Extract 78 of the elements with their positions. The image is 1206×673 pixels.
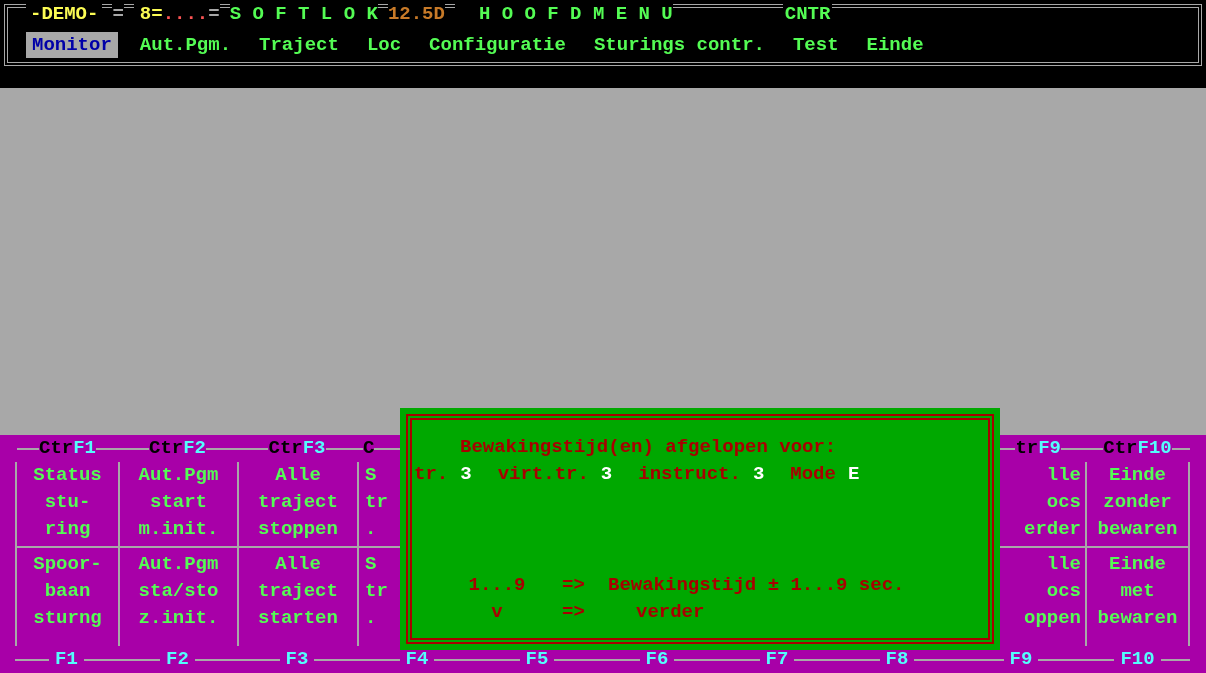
function-key-label: F1 [54, 647, 79, 673]
function-key-label: F2 [165, 647, 190, 673]
detail-label: tr. [414, 462, 449, 487]
function-key-label: F8 [884, 647, 910, 673]
key-label-line: sta/sto [138, 579, 219, 604]
key-label-line: Aut.Pgm [138, 463, 219, 488]
key-label-line: z.init. [138, 606, 219, 631]
key-label-line: erder [1024, 517, 1081, 542]
status-dots: .... [162, 2, 209, 26]
key-label-line: stoppen [258, 517, 338, 542]
detail-value: 3 [600, 462, 614, 487]
key-label-line: Status [33, 463, 102, 488]
function-key-label: F3 [284, 647, 310, 673]
function-key-label: F4 [404, 647, 430, 673]
key-label-line: traject [258, 490, 338, 515]
menu-item[interactable]: Test [786, 32, 845, 58]
menu-item[interactable]: Aut.Pgm. [133, 32, 238, 58]
key-label-line: tr [365, 490, 388, 515]
menu-item[interactable]: Monitor [26, 32, 118, 58]
key-label-line: traject [258, 579, 338, 604]
option-description: Bewakingstijd ± 1...9 sec. [607, 573, 905, 598]
ctrl-key-label: CtrF3 [268, 436, 326, 462]
key-label-line: Einde [1109, 552, 1166, 577]
function-key-label: F7 [764, 647, 790, 673]
key-label-line: ocs [1046, 490, 1081, 515]
function-key-label: F5 [524, 647, 550, 673]
key-label-line: Aut.Pgm [138, 552, 219, 577]
counter: 8= [138, 2, 163, 26]
key-label-line: Alle [275, 463, 321, 488]
key-label-line: Einde [1109, 463, 1166, 488]
ctrl-key-label: CtrF2 [149, 436, 206, 462]
function-key-label: F6 [644, 647, 670, 673]
separator: = [208, 2, 220, 26]
arrow-text: => [562, 600, 586, 625]
key-label-line: ring [44, 517, 91, 542]
key-label-line: S [365, 463, 377, 488]
dialog-title: Bewakingstijd(en) afgelopen voor: [459, 435, 838, 460]
menu-item[interactable]: Einde [860, 32, 930, 58]
key-label-line: lle [1046, 552, 1081, 577]
detail-label: Mode [790, 462, 836, 487]
key-label-line: bewaren [1097, 517, 1178, 542]
function-key-label: F9 [1008, 647, 1034, 673]
key-label-line: ocs [1046, 579, 1081, 604]
menu-item[interactable]: Configuratie [423, 32, 572, 58]
option-key: v [432, 599, 562, 626]
key-label-line: . [365, 606, 377, 631]
menu-item[interactable]: Loc [360, 32, 408, 58]
option-key: 1...9 [432, 572, 562, 599]
key-label-line: tr [365, 579, 388, 604]
detail-label: instruct. [638, 462, 741, 487]
ctrl-key-label: C [363, 436, 375, 462]
key-label-line: oppen [1024, 606, 1081, 631]
key-label-line: baan [44, 579, 91, 604]
ctrl-key-label: trF9 [1015, 436, 1061, 462]
key-label-line: lle [1046, 463, 1081, 488]
key-label-line: Spoor- [33, 552, 102, 577]
key-label-line: sturng [33, 606, 102, 631]
key-label-line: stu- [44, 490, 91, 515]
detail-value: 3 [460, 462, 473, 487]
key-label-line: met [1120, 579, 1155, 604]
key-label-line: start [150, 490, 207, 515]
ctrl-key-label: CtrF1 [39, 436, 96, 462]
key-label-line: bewaren [1097, 606, 1178, 631]
key-label-line: zonder [1103, 490, 1172, 515]
menu-item[interactable]: Traject [253, 32, 345, 58]
function-key-label: F10 [1119, 647, 1156, 673]
ctrl-key-label: CtrF10 [1103, 436, 1172, 462]
key-label-line: m.init. [138, 517, 219, 542]
option-description: verder [635, 600, 705, 625]
arrow-text: => [562, 573, 586, 598]
key-label-line: starten [258, 606, 338, 631]
menu-item[interactable]: Sturings contr. [587, 32, 771, 58]
key-label-line: S [365, 552, 377, 577]
key-label-line: Alle [275, 552, 321, 577]
detail-value: E [847, 462, 861, 487]
detail-label: virt.tr. [497, 462, 589, 487]
key-label-line: . [365, 517, 377, 542]
detail-value: 3 [752, 462, 766, 487]
